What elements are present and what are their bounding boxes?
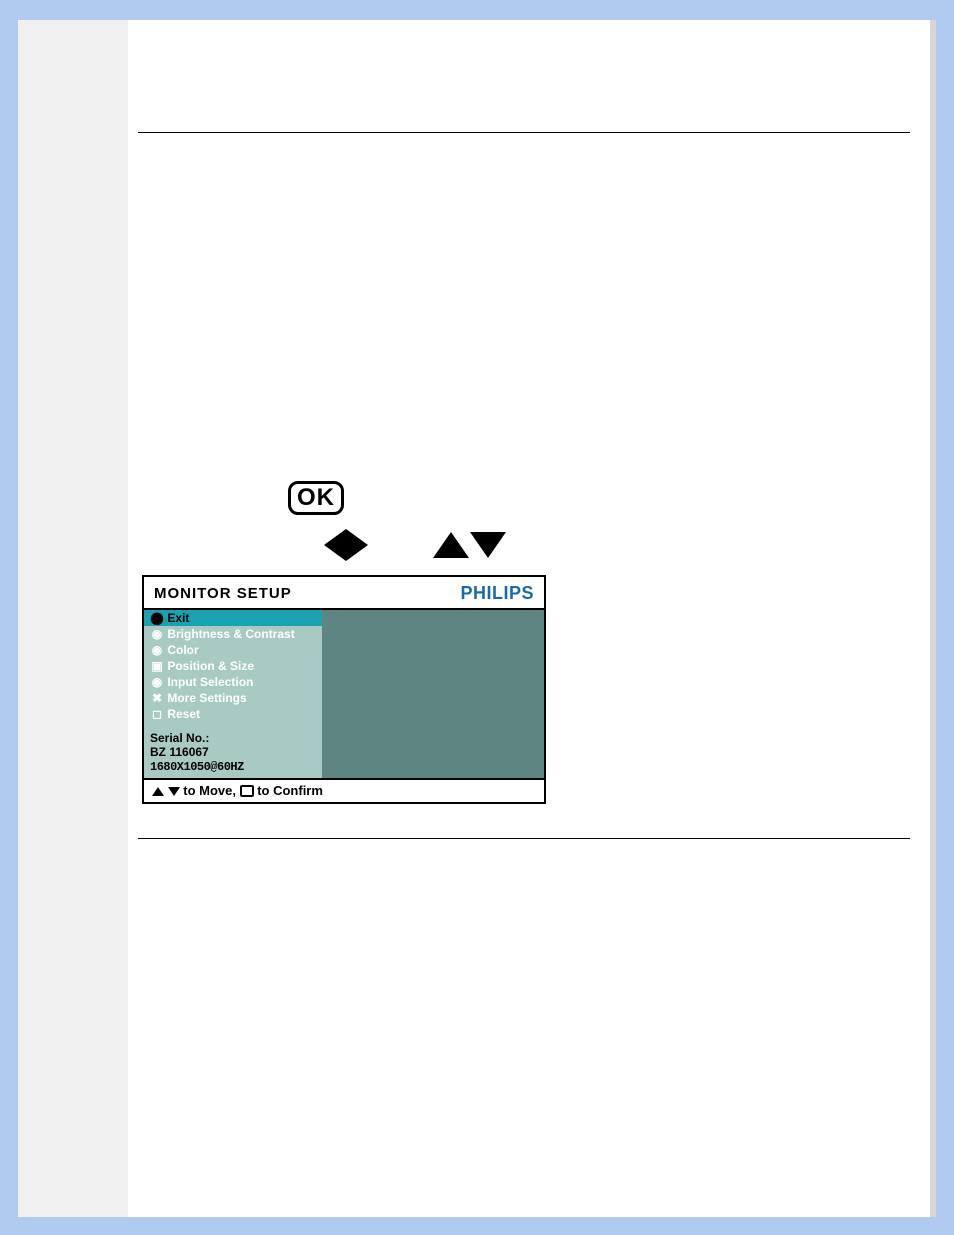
menu-item-icon: ◉	[150, 643, 164, 657]
resolution-mode: 1680X1050@60HZ	[144, 760, 322, 778]
osd-menu-item[interactable]: ▣ Position & Size	[144, 658, 322, 674]
osd-menu[interactable]: ⬤ Exit◉ Brightness & Contrast◉ Color▣ Po…	[144, 610, 322, 722]
serial-value: BZ 116067	[150, 745, 209, 759]
serial-block: Serial No.: BZ 116067	[144, 722, 322, 760]
arrow-left-icon	[324, 529, 346, 561]
osd-menu-item[interactable]: ◉ Brightness & Contrast	[144, 626, 322, 642]
osd-menu-item[interactable]: ⬤ Exit	[144, 610, 322, 626]
arrow-down-icon	[168, 787, 180, 796]
osd-menu-item[interactable]: ◻ Reset	[144, 706, 322, 722]
menu-item-label: Position & Size	[167, 659, 254, 673]
osd-title: MONITOR SETUP	[154, 585, 292, 602]
arrow-down-icon	[470, 532, 506, 558]
ok-icon	[240, 785, 254, 797]
spacer	[138, 133, 910, 463]
menu-item-icon: ◉	[150, 627, 164, 641]
osd-header: MONITOR SETUP PHILIPS	[144, 577, 544, 608]
menu-item-label: Color	[167, 643, 198, 657]
brand-logo: PHILIPS	[460, 583, 534, 604]
arrow-right-icon	[346, 529, 368, 561]
osd-panel: MONITOR SETUP PHILIPS ⬤ Exit◉ Brightness…	[142, 575, 546, 804]
menu-item-label: More Settings	[167, 691, 246, 705]
footer-move-text: to Move,	[183, 783, 239, 798]
menu-item-label: Reset	[167, 707, 200, 721]
menu-item-icon: ◉	[150, 675, 164, 689]
menu-item-icon: ✖	[150, 691, 164, 705]
serial-label: Serial No.:	[150, 731, 209, 745]
ok-button-icon: OK	[288, 481, 344, 515]
osd-menu-item[interactable]: ◉ Input Selection	[144, 674, 322, 690]
osd-body: ⬤ Exit◉ Brightness & Contrast◉ Color▣ Po…	[144, 608, 544, 778]
left-sidebar	[18, 20, 128, 1217]
menu-item-label: Exit	[167, 611, 189, 625]
document-page: OK MONITOR SETUP PHILIPS ⬤ Exit◉ Brightn…	[18, 20, 936, 1217]
spacer	[138, 40, 910, 132]
menu-item-label: Brightness & Contrast	[167, 627, 294, 641]
control-icons: OK	[288, 481, 910, 561]
osd-preview-panel	[322, 610, 544, 778]
menu-item-icon: ◻	[150, 707, 164, 721]
menu-item-icon: ⬤	[150, 611, 164, 625]
arrow-up-icon	[433, 532, 469, 558]
osd-menu-panel: ⬤ Exit◉ Brightness & Contrast◉ Color▣ Po…	[144, 610, 322, 778]
arrow-up-icon	[152, 787, 164, 796]
arrow-icons	[324, 529, 910, 561]
osd-menu-item[interactable]: ✖ More Settings	[144, 690, 322, 706]
menu-item-icon: ▣	[150, 659, 164, 673]
osd-footer: to Move, to Confirm	[144, 778, 544, 802]
osd-menu-item[interactable]: ◉ Color	[144, 642, 322, 658]
main-content: OK MONITOR SETUP PHILIPS ⬤ Exit◉ Brightn…	[128, 20, 930, 1217]
spacer	[138, 839, 910, 1099]
footer-confirm-text: to Confirm	[257, 783, 323, 798]
menu-item-label: Input Selection	[167, 675, 253, 689]
